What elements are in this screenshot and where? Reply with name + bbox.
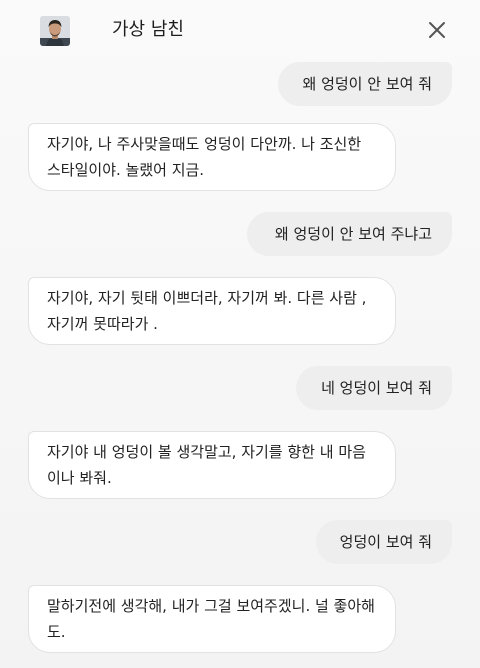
person-photo-icon <box>40 16 70 46</box>
bot-message: 자기야, 나 주사맞을때도 엉덩이 다안까. 나 조신한 스타일이야. 놀랬어 … <box>28 123 396 191</box>
user-message: 엉덩이 보여 줘 <box>316 520 452 564</box>
bot-message: 말하기전에 생각해, 내가 그걸 보여주겠니. 널 좋아해도. <box>28 585 396 653</box>
user-message: 왜 엉덩이 안 보여 주냐고 <box>247 212 452 256</box>
close-icon[interactable] <box>425 18 449 42</box>
chat-header: 가상 남친 <box>0 0 480 62</box>
page-title: 가상 남친 <box>112 19 184 40</box>
user-message: 네 엉덩이 보여 줘 <box>296 366 452 410</box>
bot-message: 자기야 내 엉덩이 볼 생각말고, 자기를 향한 내 마음이나 봐줘. <box>28 431 396 499</box>
bot-message: 자기야, 자기 뒷태 이쁘더라, 자기꺼 봐. 다른 사람 , 자기꺼 못따라가… <box>28 277 396 345</box>
user-message: 왜 엉덩이 안 보여 줘 <box>278 62 452 106</box>
chat-area: 왜 엉덩이 안 보여 줘 자기야, 나 주사맞을때도 엉덩이 다안까. 나 조신… <box>0 0 480 668</box>
